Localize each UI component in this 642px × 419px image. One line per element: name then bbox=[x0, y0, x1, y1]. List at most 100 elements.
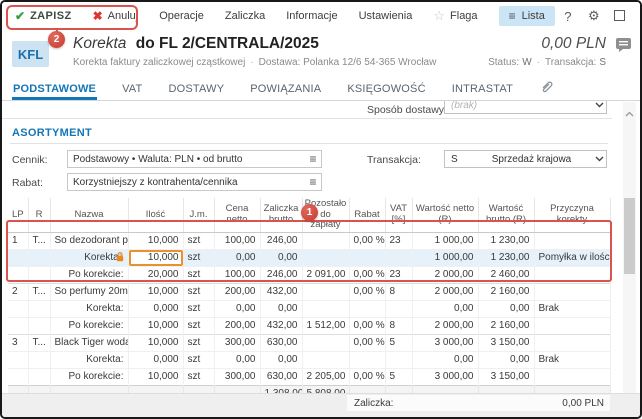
cell-rabat[interactable]: 0,00 % bbox=[349, 232, 386, 249]
tab-powiazania[interactable]: POWIĄZANIA bbox=[249, 80, 322, 100]
table-row[interactable]: 2 T... So perfumy 20ml 10,000 szt 200,00 432,0… bbox=[8, 282, 611, 300]
cell-jm[interactable]: szt bbox=[183, 265, 215, 283]
save-button[interactable]: ✔ ZAPISZ bbox=[15, 9, 72, 23]
cell-nazwa[interactable]: Black Tiger woda... bbox=[50, 333, 129, 351]
cell-wartosc-brutto[interactable]: 3 150,00 bbox=[478, 333, 535, 351]
cell-ilosc[interactable]: 0,000 bbox=[128, 350, 184, 368]
sposob-dostawy-select[interactable]: (brak) bbox=[444, 101, 607, 114]
cell-cena-netto[interactable]: 100,00 bbox=[214, 265, 261, 283]
cell-cena-netto[interactable]: 300,00 bbox=[214, 333, 261, 351]
cell-przyczyna-korekty[interactable]: Brak bbox=[534, 299, 611, 317]
cell-vat[interactable]: 23 bbox=[385, 265, 413, 283]
cell-zaliczka-brutto[interactable]: 0,00 bbox=[260, 248, 303, 266]
cell-r[interactable] bbox=[28, 350, 51, 368]
table-row[interactable]: Korekta: 0,000 szt 0,00 0,00 0,00 0,00 Brak bbox=[8, 299, 611, 317]
cell-lp[interactable]: 1 bbox=[8, 232, 29, 249]
cell-zaliczka-brutto[interactable]: 630,00 bbox=[260, 333, 303, 351]
column-header-vat[interactable]: VAT [%] bbox=[385, 198, 413, 233]
cell-ilosc[interactable]: 10,000 bbox=[128, 367, 184, 385]
table-row[interactable]: Po korekcie: 10,000 szt 200,00 432,00 1 512,0… bbox=[8, 316, 611, 334]
cell-lp[interactable] bbox=[8, 265, 29, 283]
cell-lp[interactable] bbox=[8, 316, 29, 334]
cell-r[interactable] bbox=[28, 316, 51, 334]
cell-vat[interactable] bbox=[385, 350, 413, 368]
paperclip-icon[interactable] bbox=[540, 80, 553, 97]
cell-zaliczka-brutto[interactable]: 0,00 bbox=[260, 350, 303, 368]
cell-ilosc[interactable]: 10,000 bbox=[128, 316, 184, 334]
cell-vat[interactable] bbox=[385, 248, 413, 266]
cell-wartosc-brutto[interactable]: 0,00 bbox=[478, 350, 535, 368]
cell-jm[interactable]: szt bbox=[183, 350, 215, 368]
cell-pozostalo-do-zaplaty[interactable] bbox=[302, 282, 350, 300]
table-row[interactable]: Po korekcie: 20,000 szt 100,00 246,00 2 091,0… bbox=[8, 265, 611, 283]
cell-vat[interactable]: 8 bbox=[385, 282, 413, 300]
cell-wartosc-netto[interactable]: 3 000,00 bbox=[412, 367, 479, 385]
cell-pozostalo-do-zaplaty[interactable] bbox=[302, 232, 350, 249]
cell-wartosc-brutto[interactable]: 3 150,00 bbox=[478, 367, 535, 385]
cell-cena-netto[interactable]: 0,00 bbox=[214, 299, 261, 317]
cell-nazwa[interactable]: Korekta: bbox=[50, 248, 129, 266]
cell-nazwa[interactable]: So perfumy 20ml bbox=[50, 282, 129, 300]
cell-r[interactable]: T... bbox=[28, 333, 51, 351]
cell-zaliczka-brutto[interactable]: 432,00 bbox=[260, 282, 303, 300]
table-row[interactable]: 3 T... Black Tiger woda... 10,000 szt 300,00 6… bbox=[8, 333, 611, 351]
cell-nazwa[interactable]: Po korekcie: bbox=[50, 316, 129, 334]
column-header-jm[interactable]: J.m. bbox=[183, 198, 215, 233]
cell-rabat[interactable]: 0,00 % bbox=[349, 265, 386, 283]
cell-nazwa[interactable]: So dezodorant pe... bbox=[50, 232, 129, 249]
cell-pozostalo-do-zaplaty[interactable] bbox=[302, 299, 350, 317]
cell-rabat[interactable] bbox=[349, 350, 386, 368]
help-icon[interactable]: ? bbox=[555, 9, 581, 24]
cell-jm[interactable]: szt bbox=[183, 333, 215, 351]
cell-jm[interactable]: szt bbox=[183, 367, 215, 385]
cell-wartosc-brutto[interactable]: 0,00 bbox=[478, 299, 535, 317]
cell-rabat[interactable]: 0,00 % bbox=[349, 316, 386, 334]
cell-zaliczka-brutto[interactable]: 432,00 bbox=[260, 316, 303, 334]
tab-podstawowe[interactable]: PODSTAWOWE bbox=[12, 80, 98, 100]
column-header-wartosc-netto[interactable]: Wartość netto (R) bbox=[412, 198, 479, 233]
cell-cena-netto[interactable]: 100,00 bbox=[214, 232, 261, 249]
cell-vat[interactable]: 5 bbox=[385, 367, 413, 385]
cell-lp[interactable] bbox=[8, 299, 29, 317]
cennik-field[interactable]: Podstawowy • Waluta: PLN • od brutto ≡ bbox=[67, 150, 322, 168]
lista-button[interactable]: ≡ Lista bbox=[498, 6, 555, 26]
flag-button[interactable]: ☆ Flaga bbox=[433, 8, 477, 24]
tab-intrastat[interactable]: INTRASTAT bbox=[451, 80, 514, 100]
menu-informacje[interactable]: Informacje bbox=[286, 10, 337, 22]
rabat-field[interactable]: Korzystniejszy z kontrahenta/cennika ≡ bbox=[67, 173, 322, 191]
cell-cena-netto[interactable]: 200,00 bbox=[214, 316, 261, 334]
comment-icon[interactable] bbox=[615, 37, 632, 57]
cell-r[interactable]: T... bbox=[28, 282, 51, 300]
column-header-wartosc-brutto[interactable]: Wartość brutto (R) bbox=[478, 198, 535, 233]
cell-przyczyna-korekty[interactable] bbox=[534, 265, 611, 283]
cell-lp[interactable]: 3 bbox=[8, 333, 29, 351]
cell-nazwa[interactable]: Po korekcie: bbox=[50, 265, 129, 283]
cell-ilosc[interactable]: 10,000 bbox=[128, 282, 184, 300]
cell-lp[interactable] bbox=[8, 248, 29, 266]
cell-rabat[interactable] bbox=[349, 248, 386, 266]
cell-wartosc-brutto[interactable]: 2 160,00 bbox=[478, 316, 535, 334]
cell-ilosc[interactable]: 10,000 bbox=[128, 248, 184, 266]
cell-zaliczka-brutto[interactable]: 246,00 bbox=[260, 232, 303, 249]
table-row[interactable]: 1 T... So dezodorant pe... 10,000 szt 100,00 2… bbox=[8, 232, 611, 249]
cell-vat[interactable]: 5 bbox=[385, 333, 413, 351]
cell-nazwa[interactable]: Po korekcie: bbox=[50, 367, 129, 385]
cell-wartosc-netto[interactable]: 2 000,00 bbox=[412, 282, 479, 300]
scrollbar-thumb[interactable] bbox=[624, 198, 635, 274]
cell-lp[interactable] bbox=[8, 350, 29, 368]
cell-jm[interactable]: szt bbox=[183, 299, 215, 317]
cell-przyczyna-korekty[interactable] bbox=[534, 316, 611, 334]
cell-rabat[interactable]: 0,00 % bbox=[349, 282, 386, 300]
cell-lp[interactable]: 2 bbox=[8, 282, 29, 300]
cell-vat[interactable] bbox=[385, 299, 413, 317]
cell-zaliczka-brutto[interactable]: 630,00 bbox=[260, 367, 303, 385]
column-header-nazwa[interactable]: Nazwa bbox=[50, 198, 129, 233]
cell-pozostalo-do-zaplaty[interactable]: 1 512,00 bbox=[302, 316, 350, 334]
cell-wartosc-brutto[interactable]: 2 160,00 bbox=[478, 282, 535, 300]
cell-jm[interactable]: szt bbox=[183, 232, 215, 249]
cell-przyczyna-korekty[interactable]: Pomyłka w ilości bbox=[534, 248, 611, 266]
menu-lines-icon[interactable]: ≡ bbox=[305, 152, 321, 166]
column-header-rabat[interactable]: Rabat bbox=[349, 198, 386, 233]
menu-zaliczka[interactable]: Zaliczka bbox=[225, 10, 265, 22]
scroll-up-icon[interactable] bbox=[623, 104, 636, 122]
